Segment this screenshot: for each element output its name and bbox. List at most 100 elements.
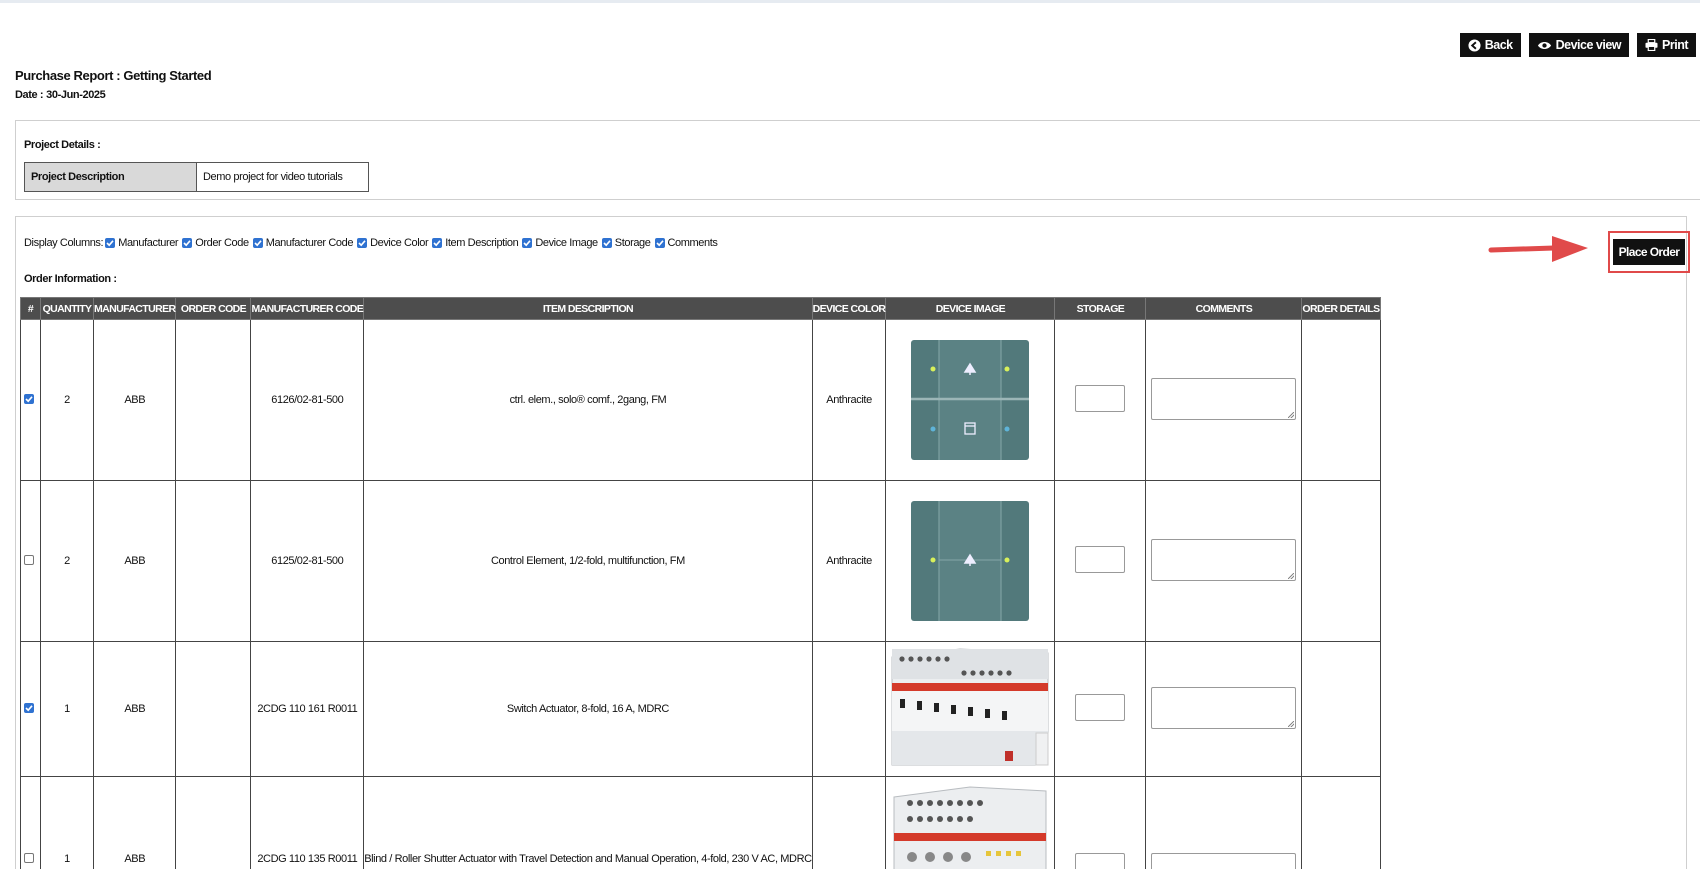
item-description-cell: Control Element, 1/2-fold, multifunction… <box>363 480 813 642</box>
table-row: 1 ABB 2CDG 110 135 R0011 Blind / Roller … <box>20 776 1381 869</box>
row-select-cell <box>20 319 41 481</box>
place-order-button[interactable]: Place Order <box>1612 239 1686 265</box>
quantity-cell: 1 <box>40 641 94 777</box>
date-value: 30-Jun-2025 <box>46 89 106 101</box>
header-order-details: ORDER DETAILS <box>1301 297 1381 320</box>
table-row: 2 ABB 6125/02-81-500 Control Element, 1/… <box>20 480 1381 642</box>
quantity-cell: 1 <box>40 776 94 869</box>
manufacturer-cell: ABB <box>92 776 177 869</box>
comments-textarea[interactable] <box>1151 853 1297 869</box>
report-title: Purchase Report : Getting Started <box>15 68 212 83</box>
header-index: # <box>20 297 41 320</box>
row-checkbox-unchecked[interactable] <box>24 853 34 863</box>
comments-cell <box>1145 776 1303 869</box>
device-view-button[interactable]: Device view <box>1528 33 1630 57</box>
checkbox-checked-icon[interactable] <box>654 238 665 248</box>
manufacturer-cell: ABB <box>92 641 177 777</box>
header-quantity: QUANTITY <box>40 297 94 320</box>
item-description-cell: Blind / Roller Shutter Actuator with Tra… <box>363 776 813 869</box>
order-table: # QUANTITY MANUFACTURER ORDER CODE MANUF… <box>20 297 1381 869</box>
row-checkbox-checked[interactable] <box>24 394 34 404</box>
comments-cell <box>1145 480 1303 642</box>
print-label: Print <box>1662 38 1688 52</box>
row-checkbox-checked[interactable] <box>24 703 34 713</box>
device-image-cell <box>885 776 1056 869</box>
order-details-cell <box>1301 480 1381 642</box>
toolbar: Back Device view Print <box>1459 33 1696 57</box>
column-option-storage[interactable]: Storage <box>601 237 651 249</box>
device-color-cell: Anthracite <box>811 319 887 481</box>
comments-textarea[interactable] <box>1151 538 1297 581</box>
column-option-label: Item Description <box>445 237 519 249</box>
project-description-key: Project Description <box>24 162 197 192</box>
manufacturer-code-cell: 2CDG 110 161 R0011 <box>250 641 365 777</box>
checkbox-checked-icon[interactable] <box>182 238 193 248</box>
display-columns-label: Display Columns: <box>24 237 104 249</box>
column-option-manufacturer[interactable]: Manufacturer <box>105 237 179 249</box>
row-select-cell <box>20 480 41 642</box>
project-details-label: Project Details : <box>24 139 101 151</box>
print-button[interactable]: Print <box>1637 33 1696 57</box>
device-color-cell <box>811 641 887 777</box>
column-option-label: Device Image <box>535 237 598 249</box>
project-description-row: Project Description Demo project for vid… <box>24 162 369 192</box>
column-option-item-description[interactable]: Item Description <box>432 237 519 249</box>
manufacturer-code-cell: 2CDG 110 135 R0011 <box>250 776 365 869</box>
din-blind-actuator-image <box>893 786 1047 869</box>
column-option-label: Comments <box>667 237 718 249</box>
checkbox-checked-icon[interactable] <box>522 238 533 248</box>
manufacturer-cell: ABB <box>92 319 177 481</box>
row-select-cell <box>20 776 41 869</box>
manufacturer-code-cell: 6126/02-81-500 <box>250 319 365 481</box>
storage-cell <box>1054 480 1147 642</box>
printer-icon <box>1645 39 1658 51</box>
order-information-label: Order Information : <box>24 273 117 285</box>
checkbox-checked-icon[interactable] <box>357 238 368 248</box>
storage-input[interactable] <box>1075 385 1126 412</box>
header-storage: STORAGE <box>1054 297 1147 320</box>
storage-input[interactable] <box>1075 546 1126 573</box>
order-details-cell <box>1301 641 1381 777</box>
header-manufacturer: MANUFACTURER <box>92 297 177 320</box>
top-border <box>0 0 1700 3</box>
item-description-cell: ctrl. elem., solo® comf., 2gang, FM <box>363 319 813 481</box>
order-table-header: # QUANTITY MANUFACTURER ORDER CODE MANUF… <box>20 297 1381 320</box>
column-option-device-color[interactable]: Device Color <box>357 237 429 249</box>
order-details-cell <box>1301 319 1381 481</box>
back-label: Back <box>1484 38 1513 52</box>
checkbox-checked-icon[interactable] <box>601 238 612 248</box>
storage-cell <box>1054 319 1147 481</box>
checkbox-checked-icon[interactable] <box>105 238 116 248</box>
back-button[interactable]: Back <box>1459 33 1521 57</box>
place-order-highlight: Place Order <box>1608 231 1690 273</box>
comments-cell <box>1145 319 1303 481</box>
storage-cell <box>1054 776 1147 869</box>
order-code-cell <box>175 480 252 642</box>
quantity-cell: 2 <box>40 319 94 481</box>
device-image-cell <box>885 319 1056 481</box>
device-image-cell <box>885 480 1056 642</box>
column-option-label: Manufacturer Code <box>265 237 354 249</box>
comments-textarea[interactable] <box>1151 686 1297 729</box>
eye-icon <box>1537 41 1551 49</box>
column-option-comments[interactable]: Comments <box>654 237 718 249</box>
back-circle-icon <box>1468 38 1481 52</box>
comments-textarea[interactable] <box>1151 377 1297 420</box>
checkbox-checked-icon[interactable] <box>432 238 443 248</box>
storage-input[interactable] <box>1075 853 1126 869</box>
quantity-cell: 2 <box>40 480 94 642</box>
column-option-label: Manufacturer <box>118 237 179 249</box>
order-code-cell <box>175 319 252 481</box>
row-checkbox-unchecked[interactable] <box>24 554 34 565</box>
manufacturer-code-cell: 6125/02-81-500 <box>250 480 365 642</box>
item-description-cell: Switch Actuator, 8-fold, 16 A, MDRC <box>363 641 813 777</box>
column-option-manufacturer-code[interactable]: Manufacturer Code <box>252 237 354 249</box>
storage-input[interactable] <box>1075 694 1126 721</box>
column-option-order-code[interactable]: Order Code <box>182 237 249 249</box>
din-actuator-image <box>891 648 1049 766</box>
column-option-device-image[interactable]: Device Image <box>522 237 598 249</box>
project-details-table: Project Description Demo project for vid… <box>24 162 369 192</box>
order-code-cell <box>175 641 252 777</box>
device-view-label: Device view <box>1555 38 1622 52</box>
checkbox-checked-icon[interactable] <box>252 238 263 248</box>
